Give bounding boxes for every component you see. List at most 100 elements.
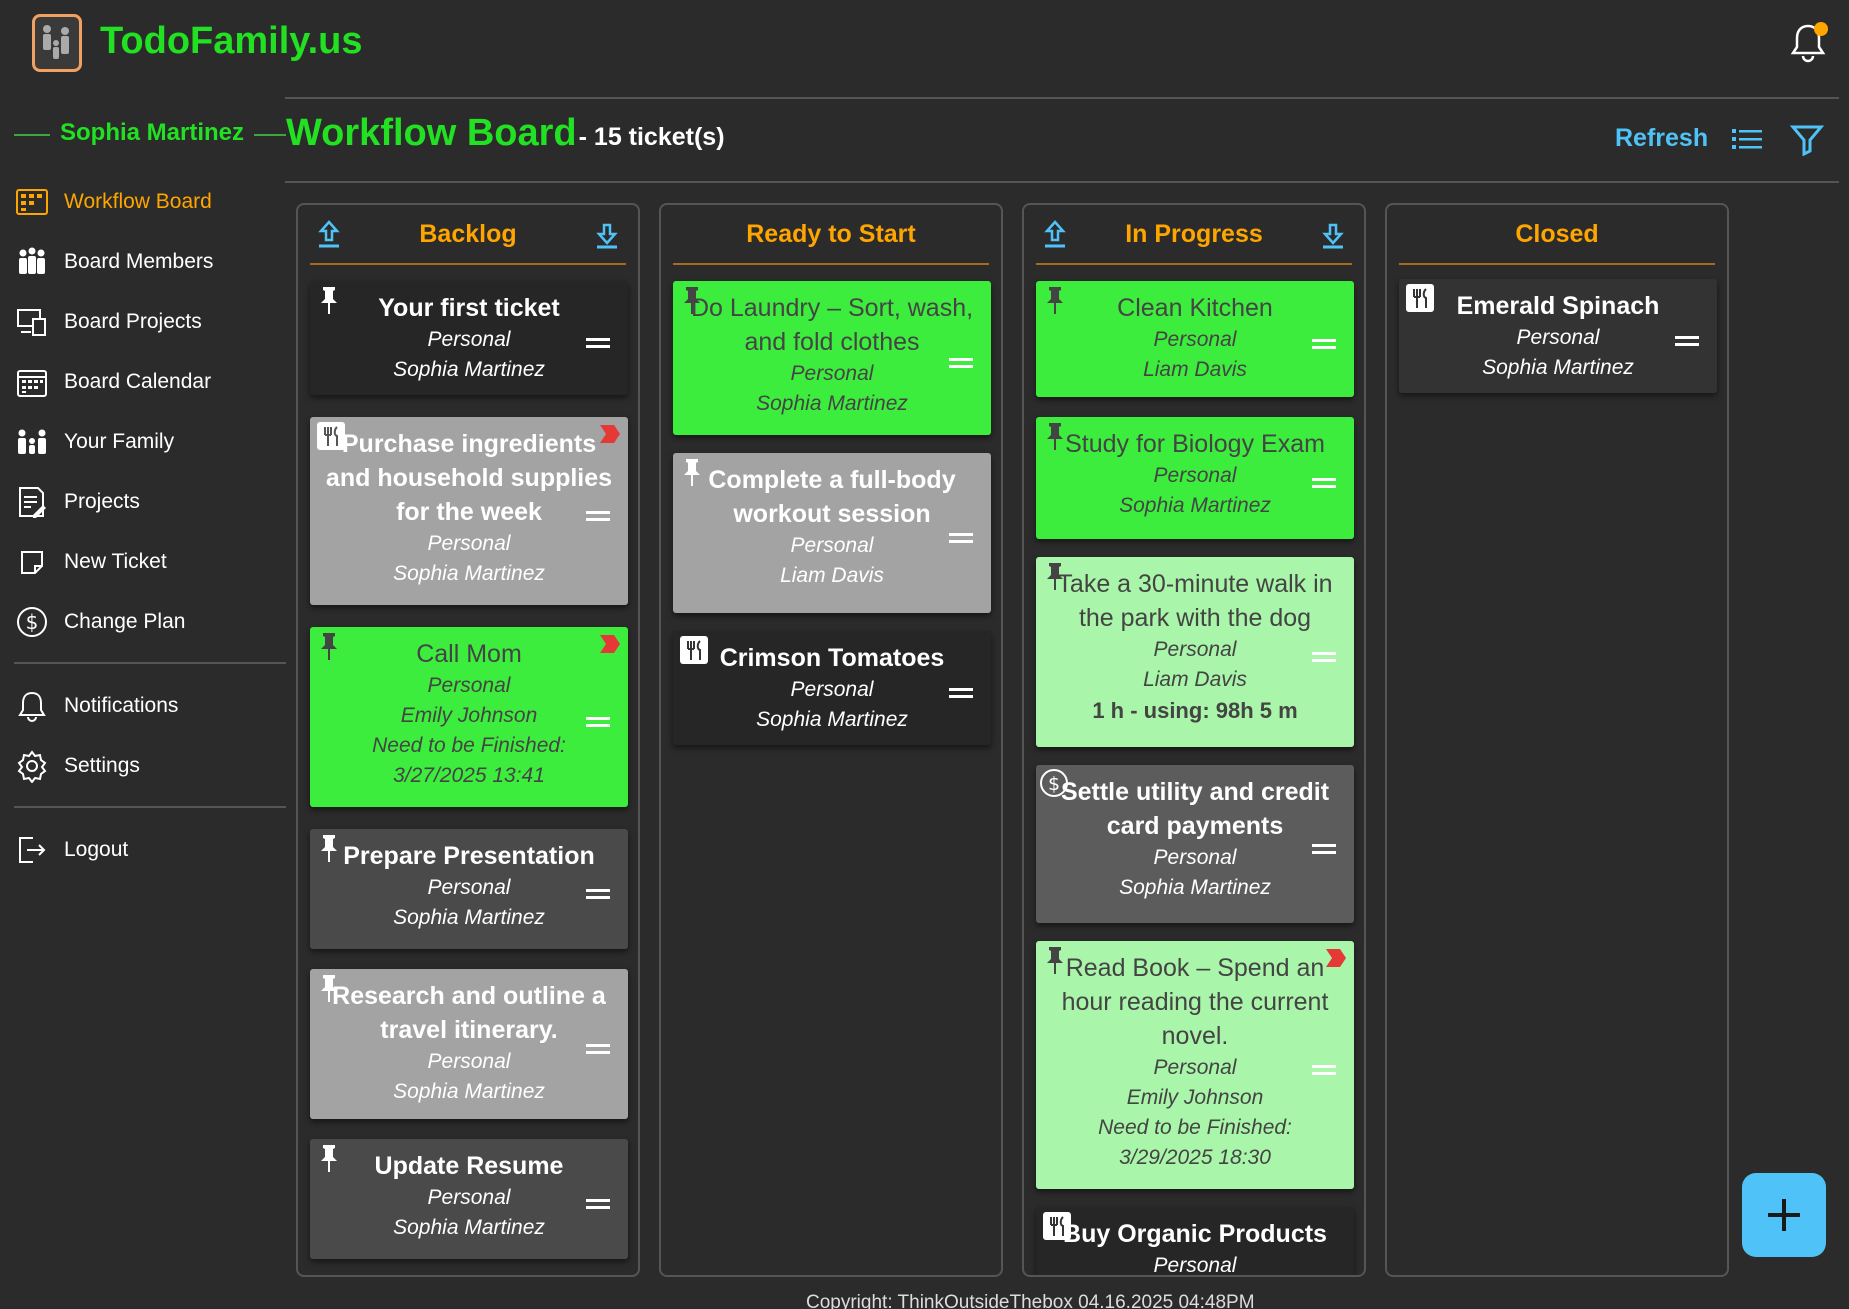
- ticket-card[interactable]: Update Resume Personal Sophia Martinez: [310, 1139, 628, 1259]
- ticket-card[interactable]: Call Mom Personal Emily Johnson Need to …: [310, 627, 628, 807]
- arrow-up-icon[interactable]: [316, 219, 342, 249]
- ticket-assignee: Emily Johnson: [1126, 1086, 1264, 1109]
- sidebar-item-new-ticket[interactable]: New Ticket: [14, 532, 286, 592]
- pin-icon: [321, 287, 337, 314]
- column-in-progress: In Progress Clean Kitchen Personal Liam …: [1022, 203, 1366, 1277]
- ticket-card[interactable]: Read Book – Spend an hour reading the cu…: [1036, 941, 1354, 1189]
- ticket-assignee: Sophia Martinez: [393, 1216, 545, 1239]
- ticket-category: Personal: [1153, 464, 1237, 487]
- drag-handle-icon[interactable]: [1312, 1065, 1336, 1075]
- user-line-left: [14, 134, 50, 136]
- drag-handle-icon[interactable]: [586, 338, 610, 348]
- column-header: Closed: [1399, 205, 1715, 265]
- current-user-name: Sophia Martinez: [60, 119, 245, 146]
- bell-icon[interactable]: [1788, 22, 1828, 64]
- flag-icon: [600, 635, 620, 653]
- calendar-icon: [14, 364, 50, 400]
- arrow-up-icon[interactable]: [1042, 219, 1068, 249]
- drag-handle-icon[interactable]: [1312, 478, 1336, 488]
- brand-name[interactable]: TodoFamily.us: [100, 20, 363, 63]
- ticket-category: Personal: [1516, 326, 1600, 349]
- projects-icon: [14, 304, 50, 340]
- ticket-card[interactable]: Do Laundry – Sort, wash, and fold clothe…: [673, 281, 991, 435]
- sidebar-item-board-projects[interactable]: Board Projects: [14, 292, 286, 352]
- drag-handle-icon[interactable]: [1675, 336, 1699, 346]
- ticket-title: Do Laundry – Sort, wash, and fold clothe…: [690, 294, 974, 356]
- sidebar-item-label: New Ticket: [64, 550, 167, 573]
- drag-handle-icon[interactable]: [949, 688, 973, 698]
- pin-icon: [1047, 287, 1063, 314]
- drag-handle-icon[interactable]: [586, 889, 610, 899]
- drag-handle-icon[interactable]: [1312, 339, 1336, 349]
- ticket-category: Personal: [790, 534, 874, 557]
- drag-handle-icon[interactable]: [586, 717, 610, 727]
- sidebar-item-notifications[interactable]: Notifications: [14, 676, 286, 736]
- arrow-down-icon[interactable]: [1320, 219, 1346, 249]
- column-header: Ready to Start: [673, 205, 989, 265]
- drag-handle-icon[interactable]: [586, 1199, 610, 1209]
- ticket-category: Personal: [427, 532, 511, 555]
- sidebar-item-label: Workflow Board: [64, 190, 212, 213]
- ticket-assignee: Sophia Martinez: [1119, 876, 1271, 899]
- drag-handle-icon[interactable]: [949, 533, 973, 543]
- ticket-card[interactable]: Crimson Tomatoes Personal Sophia Martine…: [673, 631, 991, 745]
- refresh-button[interactable]: Refresh: [1615, 124, 1708, 153]
- ticket-title: Buy Organic Products: [1063, 1220, 1327, 1248]
- ticket-card[interactable]: Buy Organic Products Personal: [1036, 1207, 1354, 1275]
- list-view-icon[interactable]: [1730, 124, 1764, 154]
- sidebar-item-workflow-board[interactable]: Workflow Board: [14, 172, 286, 232]
- ticket-card[interactable]: Emerald Spinach Personal Sophia Martinez: [1399, 279, 1717, 393]
- ticket-category: Personal: [427, 876, 511, 899]
- column-ready-to-start: Ready to Start Do Laundry – Sort, wash, …: [659, 203, 1003, 1277]
- ticket-assignee: Sophia Martinez: [393, 358, 545, 381]
- ticket-title: Update Resume: [374, 1152, 564, 1180]
- ticket-card[interactable]: Research and outline a travel itinerary.…: [310, 969, 628, 1119]
- ticket-assignee: Liam Davis: [780, 564, 884, 587]
- pin-icon: [684, 287, 700, 314]
- ticket-title: Purchase ingredients and household suppl…: [325, 430, 613, 526]
- drag-handle-icon[interactable]: [586, 1044, 610, 1054]
- sidebar-item-label: Board Projects: [64, 310, 202, 333]
- column-closed: Closed Emerald Spinach Personal Sophia M…: [1385, 203, 1729, 1277]
- drag-handle-icon[interactable]: [1312, 844, 1336, 854]
- ticket-assignee: Sophia Martinez: [1119, 494, 1271, 517]
- ticket-card[interactable]: Purchase ingredients and household suppl…: [310, 417, 628, 605]
- ticket-card[interactable]: Your first ticket Personal Sophia Martin…: [310, 281, 628, 395]
- sidebar-item-label: Your Family: [64, 430, 175, 453]
- ticket-card[interactable]: Clean Kitchen Personal Liam Davis: [1036, 281, 1354, 397]
- ticket-card[interactable]: Take a 30-minute walk in the park with t…: [1036, 557, 1354, 747]
- footer-copyright: Copyright: ThinkOutsideThebox 04.16.2025…: [806, 1292, 1255, 1309]
- sidebar: Workflow Board Board Members Board Proje…: [14, 172, 286, 880]
- fork-knife-icon: [316, 421, 346, 451]
- drag-handle-icon[interactable]: [586, 511, 610, 521]
- header-divider-bottom: [285, 181, 1839, 183]
- sidebar-item-board-members[interactable]: Board Members: [14, 232, 286, 292]
- sidebar-item-label: Notifications: [64, 694, 179, 717]
- drag-handle-icon[interactable]: [949, 358, 973, 368]
- ticket-card[interactable]: $ Settle utility and credit card payment…: [1036, 765, 1354, 923]
- fork-knife-icon: [1042, 1211, 1072, 1241]
- sidebar-item-your-family[interactable]: Your Family: [14, 412, 286, 472]
- add-ticket-button[interactable]: [1742, 1173, 1826, 1257]
- sidebar-item-label: Projects: [64, 490, 140, 513]
- ticket-title: Clean Kitchen: [1117, 294, 1273, 322]
- ticket-card[interactable]: Complete a full-body workout session Per…: [673, 453, 991, 613]
- sidebar-item-projects[interactable]: Projects: [14, 472, 286, 532]
- sidebar-item-settings[interactable]: Settings: [14, 736, 286, 796]
- family-logo-icon[interactable]: [32, 14, 82, 72]
- ticket-card[interactable]: Prepare Presentation Personal Sophia Mar…: [310, 829, 628, 949]
- pin-icon: [321, 975, 337, 1002]
- arrow-down-icon[interactable]: [594, 219, 620, 249]
- sidebar-item-change-plan[interactable]: $ Change Plan: [14, 592, 286, 652]
- ticket-card[interactable]: Study for Biology Exam Personal Sophia M…: [1036, 417, 1354, 539]
- ticket-due-date: 3/29/2025 18:30: [1119, 1146, 1271, 1169]
- pin-icon: [321, 835, 337, 862]
- board-icon: [14, 184, 50, 220]
- svg-text:$: $: [26, 610, 39, 634]
- filter-icon[interactable]: [1789, 122, 1825, 157]
- sidebar-item-board-calendar[interactable]: Board Calendar: [14, 352, 286, 412]
- sidebar-item-logout[interactable]: Logout: [14, 820, 286, 880]
- drag-handle-icon[interactable]: [1312, 652, 1336, 662]
- svg-text:$: $: [1048, 773, 1060, 795]
- flag-icon: [600, 425, 620, 443]
